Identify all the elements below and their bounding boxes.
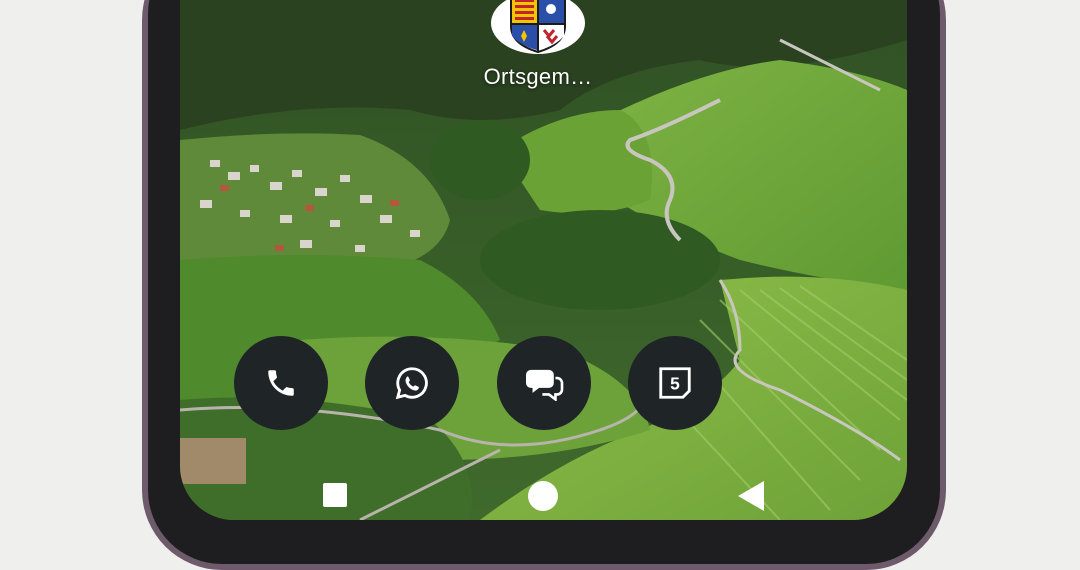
phone-app-button[interactable] (234, 336, 328, 430)
recents-button[interactable] (322, 482, 348, 513)
whatsapp-app-button[interactable] (365, 336, 459, 430)
back-button[interactable] (736, 480, 766, 517)
app-label: Ortsgem… (483, 64, 593, 89)
home-button[interactable] (527, 480, 559, 517)
dock: 5 (180, 336, 907, 430)
circle-icon (528, 481, 558, 511)
triangle-back-icon (738, 481, 764, 511)
calendar-app-button[interactable]: 5 (628, 336, 722, 430)
square-icon (323, 483, 347, 507)
calendar-day-number: 5 (670, 373, 680, 393)
home-screen: Ortsgem… 5 (180, 0, 907, 520)
coat-of-arms-icon (491, 0, 585, 54)
calendar-icon: 5 (659, 367, 691, 399)
messages-app-button[interactable] (497, 336, 591, 430)
whatsapp-icon (395, 367, 428, 400)
app-shortcut-ortsgemeinde[interactable]: Ortsgem… (484, 0, 592, 90)
phone-icon (268, 370, 294, 396)
chat-bubble-icon (526, 369, 564, 401)
